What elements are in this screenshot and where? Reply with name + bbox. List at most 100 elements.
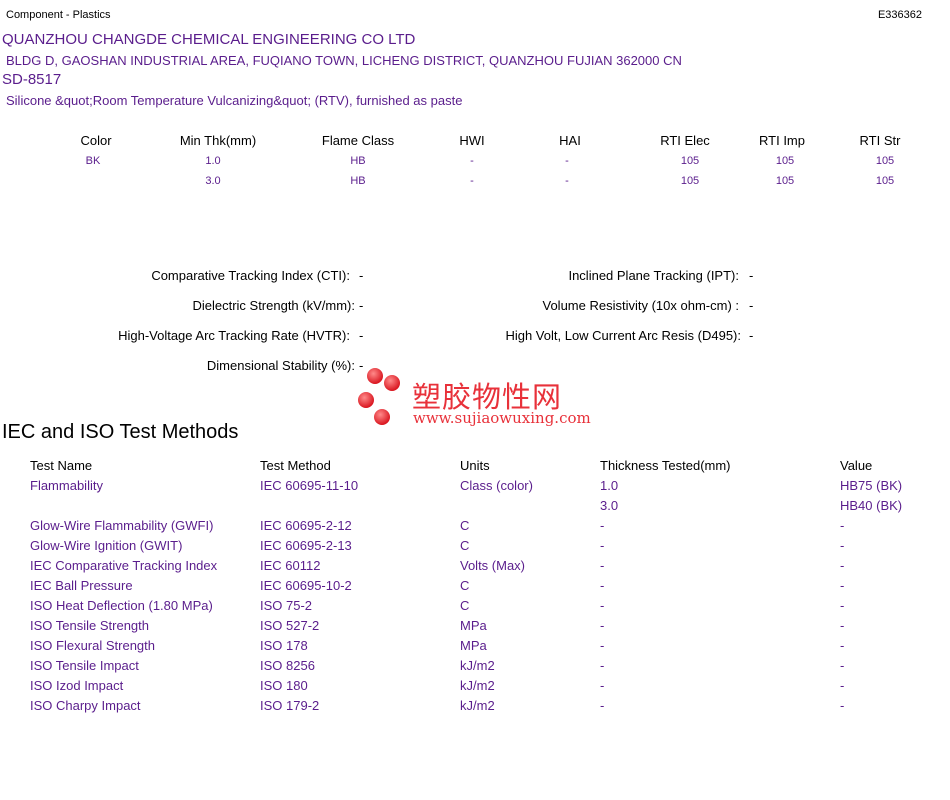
- test-units: C: [460, 518, 470, 533]
- company-name: QUANZHOU CHANGDE CHEMICAL ENGINEERING CO…: [2, 31, 416, 48]
- cell-flame-class: HB: [350, 155, 366, 167]
- section-title: IEC and ISO Test Methods: [2, 421, 239, 443]
- col-header-flame-class: Flame Class: [321, 133, 395, 148]
- test-method: ISO 179-2: [260, 698, 320, 713]
- product-name: SD-8517: [2, 71, 62, 88]
- test-thickness: -: [600, 678, 605, 693]
- test-value: -: [840, 678, 845, 693]
- test-name: IEC Ball Pressure: [30, 578, 133, 593]
- col-header-hwi: HWI: [459, 133, 485, 148]
- property-label-volume-resistivity: Volume Resistivity (10x ohm-cm) :: [542, 298, 740, 313]
- test-thickness: -: [600, 538, 605, 553]
- watermark-url: www.sujiaowuxing.com: [413, 409, 591, 427]
- test-thickness: 3.0: [600, 498, 619, 513]
- property-value-dielectric: -: [359, 298, 364, 313]
- test-method: IEC 60695-11-10: [260, 478, 359, 493]
- test-name: ISO Tensile Impact: [30, 658, 139, 673]
- test-name: ISO Heat Deflection (1.80 MPa): [30, 598, 213, 613]
- test-method: ISO 180: [260, 678, 308, 693]
- property-label-dimensional: Dimensional Stability (%):: [206, 358, 355, 373]
- property-label-hvtr: High-Voltage Arc Tracking Rate (HVTR):: [118, 328, 350, 343]
- test-value: -: [840, 638, 845, 653]
- cell-hwi: -: [470, 175, 474, 187]
- col-header-color: Color: [80, 133, 112, 148]
- test-thickness: -: [600, 638, 605, 653]
- test-thickness: -: [600, 518, 605, 533]
- col-header-test-method: Test Method: [260, 458, 331, 473]
- cell-hai: -: [565, 155, 569, 167]
- test-name: Glow-Wire Ignition (GWIT): [30, 538, 183, 553]
- cell-rti-imp: 105: [775, 155, 795, 167]
- property-value-volume-resistivity: -: [749, 298, 754, 313]
- cell-min-thk: 3.0: [205, 175, 221, 187]
- product-description: Silicone &quot;Room Temperature Vulcaniz…: [6, 93, 463, 108]
- property-value-d495: -: [749, 328, 754, 343]
- test-name: ISO Izod Impact: [30, 678, 124, 693]
- cell-color: BK: [85, 155, 101, 167]
- cell-rti-elec: 105: [680, 155, 700, 167]
- test-thickness: -: [600, 558, 605, 573]
- col-header-value: Value: [840, 458, 873, 473]
- test-method: IEC 60695-10-2: [260, 578, 352, 593]
- test-units: kJ/m2: [460, 678, 495, 693]
- file-number: E336362: [877, 9, 922, 21]
- test-thickness: -: [600, 658, 605, 673]
- test-thickness: -: [600, 698, 605, 713]
- col-header-min-thk: Min Thk(mm): [179, 133, 257, 148]
- test-value: HB75 (BK): [840, 478, 903, 493]
- company-address: BLDG D, GAOSHAN INDUSTRIAL AREA, FUQIANO…: [6, 53, 682, 68]
- test-name: IEC Comparative Tracking Index: [30, 558, 218, 573]
- cell-min-thk: 1.0: [205, 155, 221, 167]
- test-units: Volts (Max): [460, 558, 526, 573]
- cell-hai: -: [565, 175, 569, 187]
- property-label-ipt: Inclined Plane Tracking (IPT):: [568, 268, 739, 283]
- test-units: MPa: [460, 638, 487, 653]
- property-label-dielectric: Dielectric Strength (kV/mm):: [192, 298, 355, 313]
- col-header-rti-imp: RTI Imp: [759, 133, 805, 148]
- test-name: ISO Charpy Impact: [30, 698, 141, 713]
- property-value-ipt: -: [749, 268, 754, 283]
- col-header-thickness: Thickness Tested(mm): [600, 458, 731, 473]
- test-value: -: [840, 598, 845, 613]
- test-name: Glow-Wire Flammability (GWFI): [30, 518, 214, 533]
- property-value-cti: -: [359, 268, 364, 283]
- cell-rti-elec: 105: [680, 175, 700, 187]
- col-header-rti-elec: RTI Elec: [660, 133, 710, 148]
- test-method: ISO 527-2: [260, 618, 320, 633]
- cell-flame-class: HB: [350, 175, 366, 187]
- test-method: IEC 60112: [260, 558, 321, 573]
- col-header-units: Units: [460, 458, 490, 473]
- test-value: -: [840, 518, 845, 533]
- col-header-test-name: Test Name: [30, 458, 93, 473]
- cell-hwi: -: [470, 155, 474, 167]
- test-name: Flammability: [30, 478, 103, 493]
- test-thickness: -: [600, 618, 605, 633]
- test-units: MPa: [460, 618, 487, 633]
- test-method: IEC 60695-2-12: [260, 518, 352, 533]
- col-header-hai: HAI: [559, 133, 581, 148]
- test-value: -: [840, 558, 845, 573]
- property-label-d495: High Volt, Low Current Arc Resis (D495):: [505, 328, 741, 343]
- test-units: kJ/m2: [460, 658, 495, 673]
- col-header-rti-str: RTI Str: [859, 133, 901, 148]
- test-value: -: [840, 698, 845, 713]
- test-name: ISO Tensile Strength: [30, 618, 149, 633]
- property-value-hvtr: -: [359, 328, 364, 343]
- category-label: Component - Plastics: [6, 9, 111, 21]
- test-value: -: [840, 618, 845, 633]
- test-value: -: [840, 578, 845, 593]
- test-method: ISO 75-2: [260, 598, 313, 613]
- test-units: C: [460, 538, 470, 553]
- test-value: -: [840, 658, 845, 673]
- test-units: Class (color): [460, 478, 533, 493]
- test-units: C: [460, 578, 470, 593]
- cell-rti-imp: 105: [775, 175, 795, 187]
- test-method: ISO 8256: [260, 658, 315, 673]
- cell-rti-str: 105: [875, 155, 895, 167]
- test-method: IEC 60695-2-13: [260, 538, 352, 553]
- test-name: ISO Flexural Strength: [30, 638, 155, 653]
- test-value: HB40 (BK): [840, 498, 903, 513]
- cell-rti-str: 105: [875, 175, 895, 187]
- test-units: kJ/m2: [460, 698, 495, 713]
- test-thickness: -: [600, 598, 605, 613]
